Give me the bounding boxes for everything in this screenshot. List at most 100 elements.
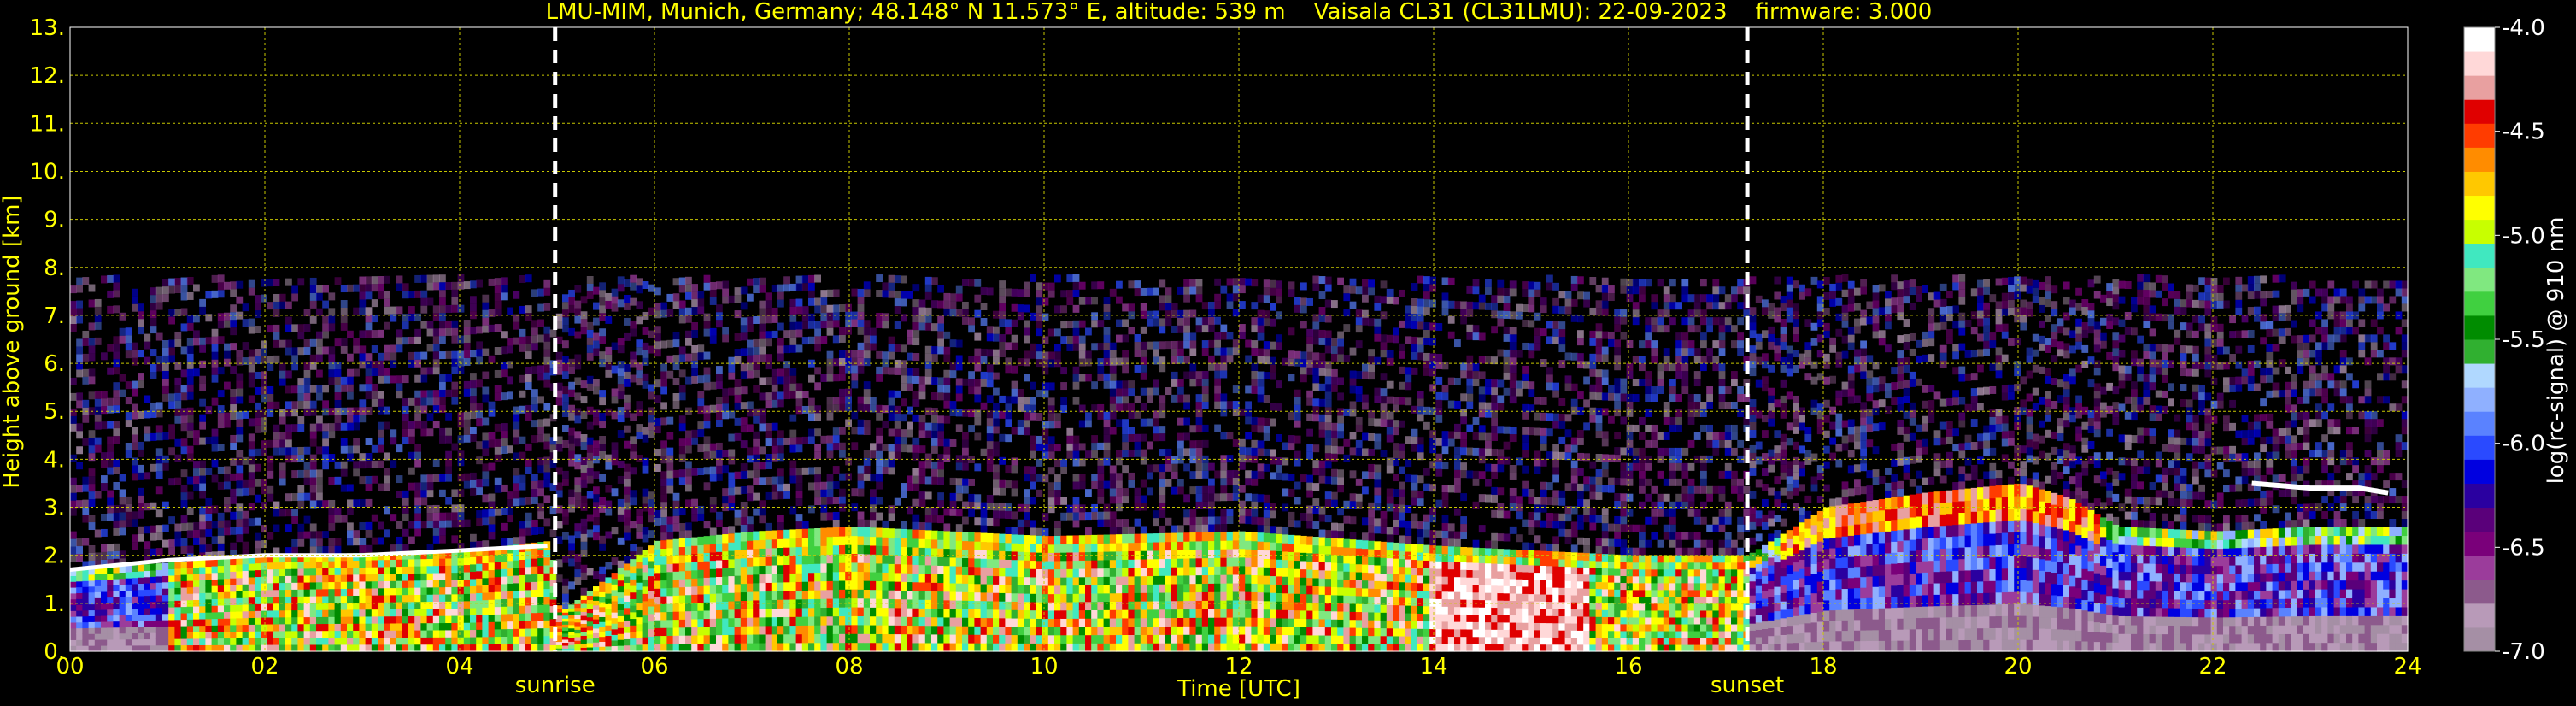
noise-cell xyxy=(937,477,944,485)
aerosol-cell xyxy=(94,574,102,580)
aerosol-cell xyxy=(279,582,286,591)
aerosol-cell xyxy=(144,620,151,627)
noise-cell xyxy=(291,538,298,547)
aerosol-cell xyxy=(439,629,446,638)
aerosol-cell xyxy=(193,586,200,594)
aerosol-cell xyxy=(488,636,496,644)
aerosol-cell xyxy=(414,622,421,631)
aerosol-cell xyxy=(549,598,557,607)
noise-cell xyxy=(476,379,483,388)
aerosol-cell xyxy=(501,621,508,630)
noise-cell xyxy=(285,409,292,417)
aerosol-cell xyxy=(962,626,969,635)
noise-cell xyxy=(432,336,440,344)
noise-cell xyxy=(697,468,705,476)
aerosol-cell xyxy=(851,589,859,599)
aerosol-cell xyxy=(630,644,637,652)
aerosol-cell xyxy=(531,558,538,567)
aerosol-cell xyxy=(1024,560,1030,569)
aerosol-cell xyxy=(76,610,83,617)
noise-cell xyxy=(993,441,1000,450)
noise-cell xyxy=(297,485,305,493)
noise-cell xyxy=(470,533,477,542)
noise-cell xyxy=(599,566,606,574)
noise-cell xyxy=(740,471,748,479)
noise-cell xyxy=(273,332,280,340)
noise-cell xyxy=(414,390,421,398)
aerosol-cell xyxy=(525,612,532,621)
noise-cell xyxy=(316,392,323,401)
noise-cell xyxy=(660,402,667,410)
noise-cell xyxy=(734,517,742,526)
noise-cell xyxy=(993,426,1000,434)
aerosol-cell xyxy=(470,607,477,616)
noise-cell xyxy=(285,524,292,532)
noise-cell xyxy=(624,509,631,518)
noise-cell xyxy=(199,483,206,491)
noise-cell xyxy=(186,345,194,354)
aerosol-cell xyxy=(740,557,748,568)
noise-cell xyxy=(186,445,194,454)
noise-cell xyxy=(224,312,231,321)
noise-cell xyxy=(261,486,267,495)
noise-cell xyxy=(119,527,126,536)
noise-cell xyxy=(685,530,692,538)
noise-cell xyxy=(291,401,298,409)
aerosol-cell xyxy=(678,546,686,556)
aerosol-cell xyxy=(420,601,428,609)
noise-cell xyxy=(113,290,120,298)
aerosol-cell xyxy=(76,627,83,635)
noise-cell xyxy=(901,275,907,284)
noise-cell xyxy=(931,468,938,477)
aerosol-cell xyxy=(476,621,483,630)
noise-cell xyxy=(568,450,575,459)
noise-cell xyxy=(236,457,244,466)
noise-cell xyxy=(138,380,144,389)
noise-cell xyxy=(193,430,200,438)
aerosol-cell xyxy=(624,620,631,627)
noise-cell xyxy=(931,377,938,385)
aerosol-cell xyxy=(974,617,982,627)
noise-cell xyxy=(439,374,446,383)
aerosol-cell xyxy=(882,537,889,547)
aerosol-cell xyxy=(685,562,692,571)
aerosol-cell xyxy=(328,568,336,575)
aerosol-cell xyxy=(359,615,367,624)
aerosol-cell xyxy=(291,637,298,645)
noise-cell xyxy=(1011,342,1018,350)
noise-cell xyxy=(666,462,674,471)
aerosol-cell xyxy=(94,580,102,586)
aerosol-cell xyxy=(248,617,255,625)
noise-cell xyxy=(340,484,348,492)
noise-cell xyxy=(740,440,748,449)
noise-cell xyxy=(648,391,655,400)
aerosol-cell xyxy=(303,589,311,597)
aerosol-cell xyxy=(537,573,544,582)
noise-cell xyxy=(740,386,748,395)
noise-cell xyxy=(439,290,446,298)
aerosol-cell xyxy=(519,559,526,568)
aerosol-cell xyxy=(599,626,606,632)
aerosol-cell xyxy=(642,550,649,558)
aerosol-cell xyxy=(432,637,440,645)
aerosol-cell xyxy=(574,629,582,634)
aerosol-cell xyxy=(482,629,490,638)
aerosol-cell xyxy=(255,624,261,632)
aerosol-cell xyxy=(155,613,163,621)
aerosol-cell xyxy=(408,615,415,624)
aerosol-cell xyxy=(1024,601,1030,611)
noise-cell xyxy=(716,519,723,527)
noise-cell xyxy=(617,498,625,507)
aerosol-cell xyxy=(519,582,526,591)
noise-cell xyxy=(611,388,619,397)
noise-cell xyxy=(328,323,336,332)
aerosol-cell xyxy=(132,614,138,621)
aerosol-cell xyxy=(267,609,274,618)
noise-cell xyxy=(236,480,244,489)
aerosol-cell xyxy=(568,638,575,642)
noise-cell xyxy=(113,382,120,391)
noise-cell xyxy=(845,357,852,366)
noise-cell xyxy=(901,291,907,299)
noise-cell xyxy=(328,369,336,378)
noise-cell xyxy=(261,425,267,433)
